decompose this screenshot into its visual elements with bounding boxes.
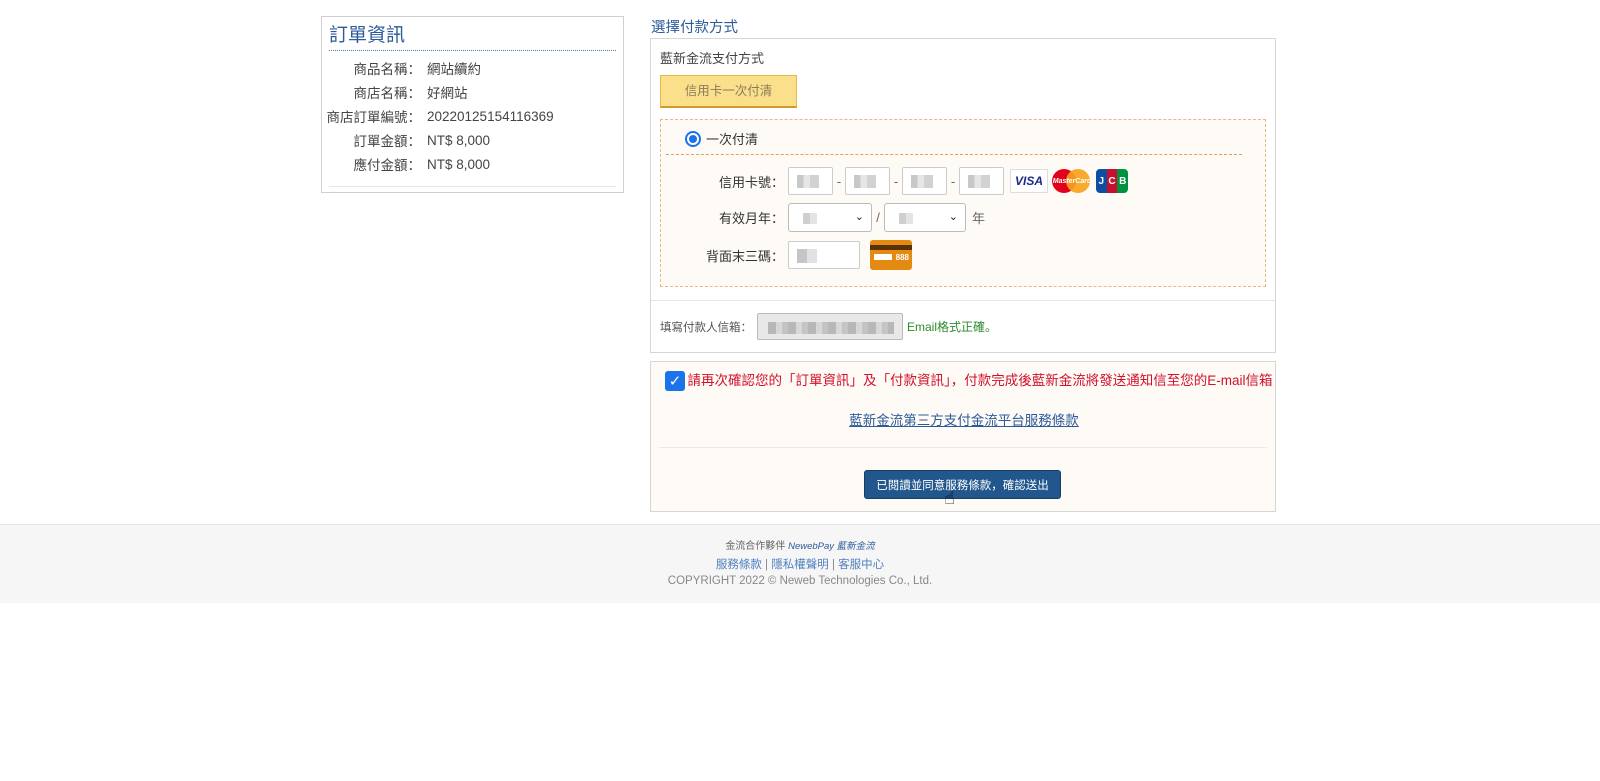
footer-link-privacy[interactable]: 隱私權聲明: [771, 559, 829, 571]
partner-line: 金流合作夥伴 NewebPay 藍新金流: [0, 537, 1600, 552]
footer-link-support[interactable]: 客服中心: [838, 559, 884, 571]
order-value: 網站續約: [427, 62, 481, 77]
expiry-label: 有效月年：: [718, 211, 784, 226]
cvv-icon-text: 888: [895, 253, 909, 262]
order-row-payable: 應付金額： NT$ 8,000: [322, 152, 623, 176]
order-row-store: 商店名稱： 好網站: [322, 80, 623, 104]
footer-link-separator: |: [761, 559, 772, 571]
hand-cursor-icon: ☝: [944, 488, 955, 508]
card-number-part-3-input[interactable]: [902, 167, 947, 195]
email-row: 填寫付款人信箱： Email格式正確。: [651, 300, 1275, 352]
visa-logo-icon: VISA: [1010, 169, 1048, 193]
order-label: 應付金額：: [353, 158, 422, 173]
footer-link-terms[interactable]: 服務條款: [716, 559, 762, 571]
payment-heading: 選擇付款方式: [651, 20, 738, 36]
cvv-input[interactable]: [788, 241, 860, 269]
credit-card-full-payment-button[interactable]: 信用卡一次付清: [660, 75, 797, 108]
submit-payment-button[interactable]: 已閱讀並同意服務條款，確認送出: [864, 470, 1061, 499]
cvv-label: 背面末三碼：: [705, 248, 784, 264]
expiry-row: 有效月年： ⌄ / ⌄ 年: [661, 203, 985, 232]
mastercard-logo-icon: MasterCard: [1052, 169, 1092, 193]
footer-link-separator: |: [828, 559, 839, 571]
expiry-month-select[interactable]: ⌄: [788, 203, 872, 232]
confirm-checkbox[interactable]: ✓: [665, 371, 685, 391]
payment-provider-label: 藍新金流支付方式: [660, 51, 765, 66]
credit-card-form: 一次付清 信用卡號： - - - VISA MasterCard J C B 有: [660, 119, 1266, 287]
chevron-down-icon: ⌄: [948, 211, 958, 223]
expiry-year-select[interactable]: ⌄: [884, 203, 966, 232]
confirm-divider: [659, 447, 1267, 448]
payer-email-input[interactable]: [757, 313, 903, 340]
card-number-separator: -: [836, 173, 842, 189]
page-footer: 金流合作夥伴 NewebPay 藍新金流 服務條款 | 隱私權聲明 | 客服中心…: [0, 524, 1600, 603]
order-row-order-number: 商店訂單編號： 20220125154116369: [322, 104, 623, 128]
chevron-down-icon: ⌄: [854, 211, 864, 223]
email-valid-status: Email格式正確。: [907, 320, 998, 334]
order-value: NT$ 8,000: [427, 156, 491, 172]
order-value: 20220125154116369: [427, 108, 554, 124]
payment-option-radio[interactable]: 一次付清: [685, 129, 758, 148]
expiry-separator: /: [876, 210, 880, 225]
copyright-text: COPYRIGHT 2022 © Neweb Technologies Co.,…: [667, 575, 933, 587]
jcb-letter: J: [1096, 169, 1107, 193]
payment-box: 藍新金流支付方式 信用卡一次付清 一次付清 信用卡號： - - - VISA M…: [650, 38, 1276, 353]
service-terms-link[interactable]: 藍新金流第三方支付金流平台服務條款: [651, 409, 1277, 429]
cvv-row: 背面末三碼： 888: [661, 240, 912, 270]
payment-option-label: 一次付清: [706, 132, 759, 147]
card-number-part-2-input[interactable]: [845, 167, 890, 195]
order-label: 商店訂單編號：: [326, 110, 422, 125]
order-label: 商店名稱：: [353, 86, 422, 101]
card-number-part-1-input[interactable]: [788, 167, 833, 195]
order-label: 商品名稱：: [353, 62, 422, 77]
card-form-divider: [666, 154, 1242, 155]
order-value: 好網站: [427, 86, 468, 101]
jcb-logo-icon: J C B: [1096, 169, 1129, 193]
order-row-amount: 訂單金額： NT$ 8,000: [322, 128, 623, 152]
order-value: NT$ 8,000: [427, 132, 491, 148]
footer-links: 服務條款 | 隱私權聲明 | 客服中心: [0, 556, 1600, 572]
order-info-divider: [329, 186, 616, 187]
partner-label: 金流合作夥伴: [725, 541, 786, 552]
card-number-separator: -: [950, 173, 956, 189]
order-row-product: 商品名稱： 網站續約: [322, 56, 623, 80]
newebpay-logo: NewebPay 藍新金流: [788, 541, 875, 552]
radio-selected-icon[interactable]: [685, 130, 701, 147]
order-info-rows: 商品名稱： 網站續約 商店名稱： 好網站 商店訂單編號： 20220125154…: [322, 56, 623, 176]
card-number-row: 信用卡號： - - - VISA MasterCard J C B: [661, 167, 1129, 195]
jcb-letter: B: [1117, 169, 1129, 193]
card-number-label: 信用卡號：: [718, 174, 784, 190]
year-unit-label: 年: [972, 211, 986, 226]
card-number-part-4-input[interactable]: [959, 167, 1004, 195]
payer-email-label: 填寫付款人信箱：: [660, 321, 752, 334]
order-label: 訂單金額：: [353, 134, 422, 149]
confirm-box: ✓ 請再次確認您的「訂單資訊」及「付款資訊」，付款完成後藍新金流將發送通知信至您…: [650, 361, 1276, 512]
mastercard-logo-text: MasterCard: [1052, 177, 1092, 185]
order-info-title: 訂單資訊: [329, 24, 616, 51]
card-back-cvv-icon: 888: [870, 240, 912, 270]
jcb-letter: C: [1106, 169, 1118, 193]
order-info-panel: 訂單資訊 商品名稱： 網站續約 商店名稱： 好網站 商店訂單編號： 202201…: [321, 16, 624, 193]
confirm-notice-text: 請再次確認您的「訂單資訊」及「付款資訊」，付款完成後藍新金流將發送通知信至您的E…: [687, 373, 1273, 388]
card-number-separator: -: [893, 173, 899, 189]
